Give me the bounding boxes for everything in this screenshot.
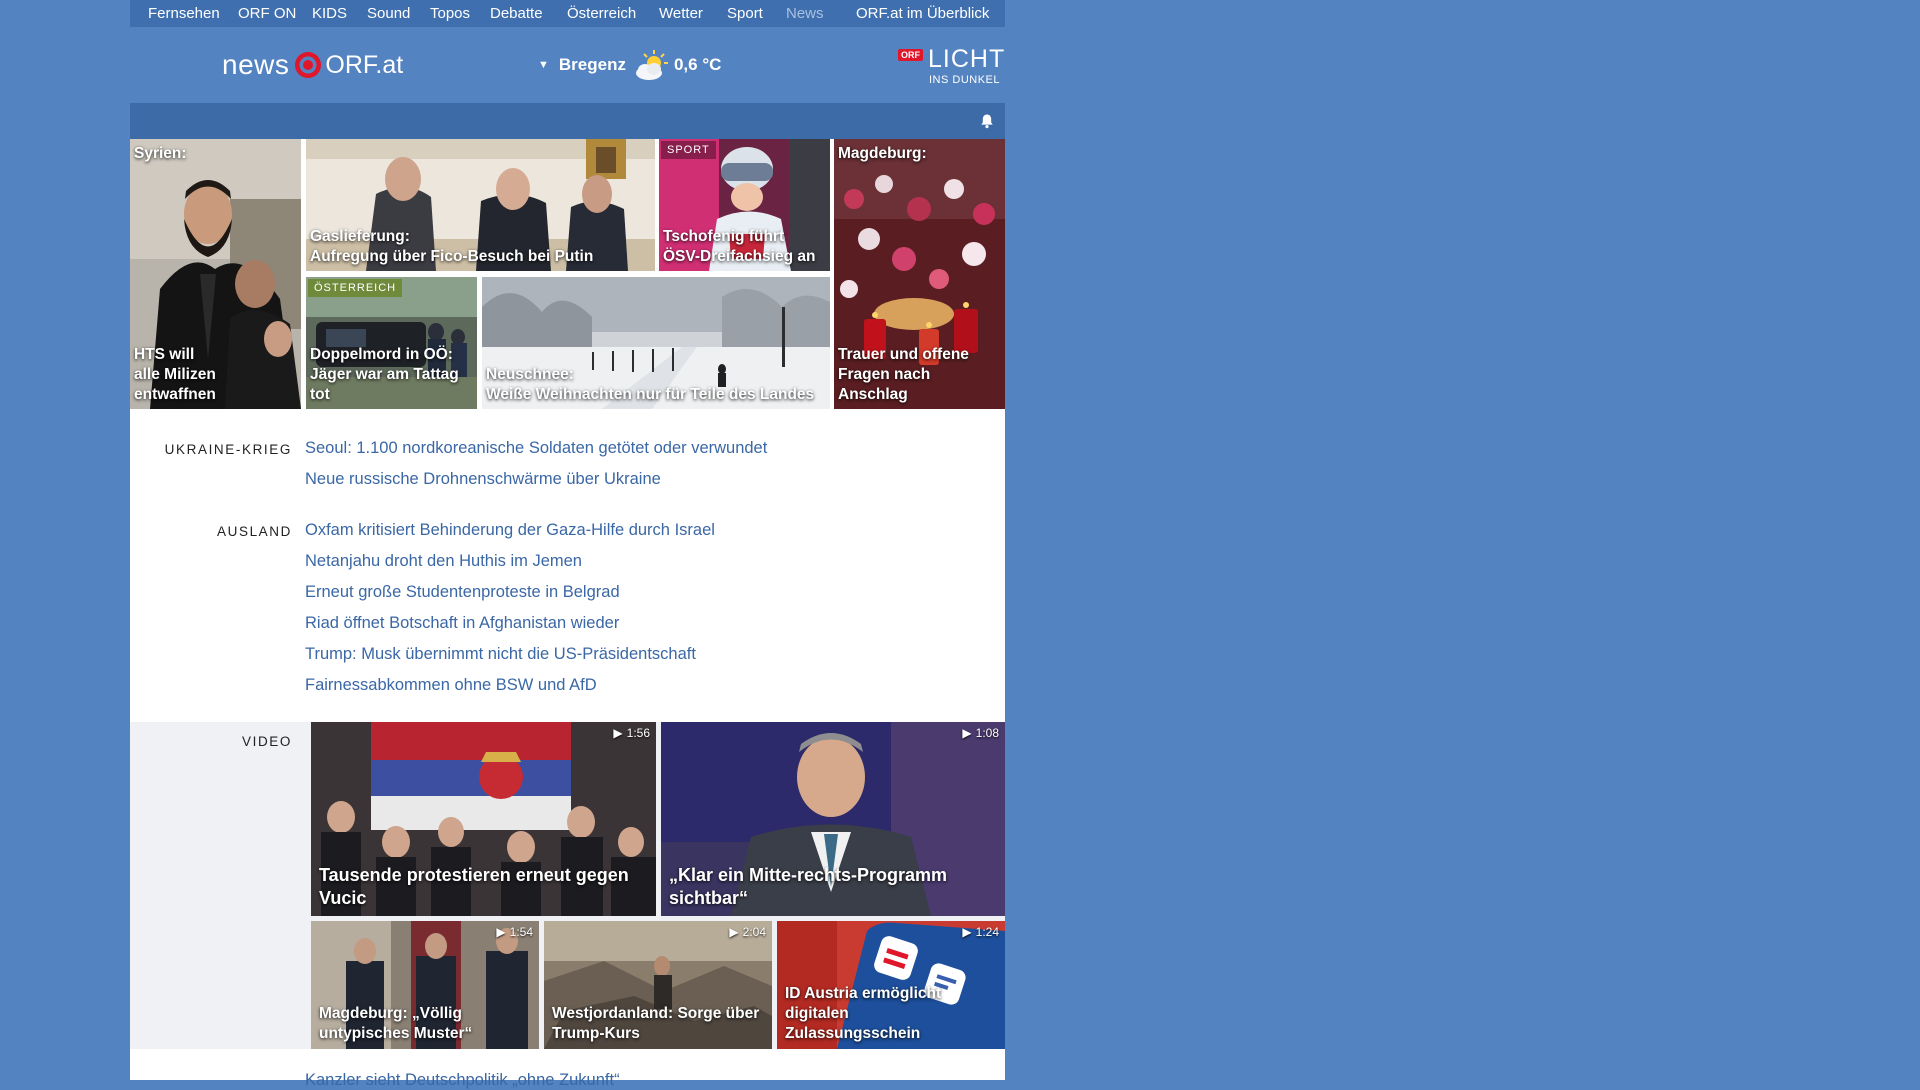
headline-link[interactable]: Neue russische Drohnenschwärme über Ukra… (305, 470, 661, 489)
video-tile-interview[interactable]: ▶ 1:08 „Klar ein Mitte-rechts-Programm si… (661, 722, 1005, 916)
section-label-ausland: AUSLAND (217, 524, 292, 539)
teaser-sport-tschofenig[interactable]: SPORT Tschofenig führt ÖSV-Dreifachsieg … (659, 139, 830, 271)
tile-caption: Tschofenig führt ÖSV-Dreifachsieg an (663, 228, 816, 265)
play-icon: ▶ (729, 925, 739, 939)
video-caption: Tausende protestieren erneut gegen Vucic (319, 865, 629, 908)
weather-city: Bregenz (558, 55, 626, 74)
nav-news[interactable]: News (786, 5, 824, 22)
teaser-gaslieferung[interactable]: Gaslieferung: Aufregung über Fico-Besuch… (306, 139, 655, 271)
play-icon: ▶ (496, 925, 506, 939)
main-content: Syrien: HTS will alle Milizen entwaffnen… (130, 139, 1005, 1089)
weather-widget[interactable]: ▼ Bregenz 0,6 °C (538, 49, 721, 81)
chevron-down-icon[interactable]: ▼ (538, 59, 549, 71)
logo-news-text: news (222, 49, 290, 80)
licht-title: LICHT (928, 45, 1006, 73)
tile-caption: Neuschnee: Weiße Weihnachten nur für Tei… (486, 366, 815, 403)
section-label-ukraine: UKRAINE-KRIEG (164, 442, 292, 457)
toolbar-strip (130, 103, 1005, 139)
video-tile-id-austria[interactable]: ▶ 1:24 ID Austria ermöglicht digitalen Zu… (777, 921, 1005, 1049)
nav-sound[interactable]: Sound (367, 5, 410, 22)
headline-link[interactable]: Fairnessabkommen ohne BSW und AfD (305, 676, 597, 695)
video-duration: ▶ 1:08 (962, 726, 999, 740)
nav-topos[interactable]: Topos (430, 5, 470, 22)
play-icon: ▶ (962, 726, 972, 740)
top-navigation: Fernsehen ORF ON KIDS Sound Topos Debatt… (130, 0, 1005, 27)
tile-caption: Gaslieferung: Aufregung über Fico-Besuch… (310, 228, 594, 265)
video-duration: ▶ 1:24 (962, 925, 999, 939)
logo-orf-text: ORF.at (325, 50, 404, 79)
headline-link-partial[interactable]: Kanzler sieht Deutschpolitik „ohne Zukun… (305, 1071, 620, 1090)
video-tile-magdeburg[interactable]: ▶ 1:54 Magdeburg: „Völlig untypisches Mus… (311, 921, 539, 1049)
news-orf-logo[interactable]: news ORF.at (222, 47, 403, 83)
video-caption: ID Austria ermöglicht digitalen Zulassun… (785, 985, 942, 1042)
teaser-neuschnee[interactable]: Neuschnee: Weiße Weihnachten nur für Tei… (482, 277, 830, 409)
weather-temperature: 0,6 °C (673, 55, 722, 74)
video-caption: Magdeburg: „Völlig untypisches Muster“ (319, 1005, 473, 1042)
teaser-magdeburg[interactable]: Magdeburg: Trauer und offene Fragen nach… (834, 139, 1005, 409)
play-icon: ▶ (962, 925, 972, 939)
video-duration: ▶ 1:56 (613, 726, 650, 740)
nav-debatte[interactable]: Debatte (490, 5, 543, 22)
tile-caption: HTS will alle Milizen entwaffnen (134, 346, 216, 403)
video-duration: ▶ 2:04 (729, 925, 766, 939)
headline-link[interactable]: Seoul: 1.100 nordkoreanische Soldaten ge… (305, 439, 767, 458)
headline-link[interactable]: Trump: Musk übernimmt nicht die US-Präsi… (305, 645, 696, 664)
tile-caption: Trauer und offene Fragen nach Anschlag (838, 346, 969, 403)
site-header: news ORF.at ▼ Bregenz 0,6 °C ORF LICHT I… (130, 27, 1005, 103)
video-caption: „Klar ein Mitte-rechts-Programm sichtbar… (669, 865, 948, 908)
licht-subtitle: INS DUNKEL (929, 74, 1001, 86)
nav-fernsehen[interactable]: Fernsehen (148, 5, 220, 22)
nav-sport[interactable]: Sport (727, 5, 763, 22)
nav-overview[interactable]: ORF.at im Überblick (856, 5, 989, 22)
play-icon: ▶ (613, 726, 623, 740)
video-tile-westjordanland[interactable]: ▶ 2:04 Westjordanland: Sorge über Trump-K… (544, 921, 772, 1049)
video-tile-serbia[interactable]: ▶ 1:56 Tausende protestieren erneut gegen… (311, 722, 656, 916)
teaser-doppelmord[interactable]: ÖSTERREICH Doppelmord in OÖ: Jäger war a… (306, 277, 477, 409)
bell-icon[interactable] (979, 113, 995, 129)
orf-badge: ORF (898, 49, 923, 61)
headline-link[interactable]: Netanjahu droht den Huthis im Jemen (305, 552, 582, 571)
video-section: VIDEO ▶ 1:56 Tausende protestieren erneu… (130, 722, 1005, 1049)
tile-caption: Doppelmord in OÖ: Jäger war am Tattag to… (310, 346, 459, 403)
nav-orf-on[interactable]: ORF ON (238, 5, 296, 22)
partly-cloudy-icon (635, 50, 668, 80)
tile-category-tag: SPORT (661, 141, 716, 159)
video-caption: Westjordanland: Sorge über Trump-Kurs (552, 1005, 760, 1042)
headline-link[interactable]: Erneut große Studentenproteste in Belgra… (305, 583, 620, 602)
section-label-video: VIDEO (241, 734, 292, 749)
licht-ins-dunkel-logo[interactable]: ORF LICHT INS DUNKEL (898, 45, 1005, 89)
nav-oesterreich[interactable]: Österreich (567, 5, 636, 22)
headline-link[interactable]: Riad öffnet Botschaft in Afghanistan wie… (305, 614, 619, 633)
nav-kids[interactable]: KIDS (312, 5, 347, 22)
nav-wetter[interactable]: Wetter (659, 5, 703, 22)
teaser-syrien[interactable]: Syrien: HTS will alle Milizen entwaffnen (130, 139, 301, 409)
tile-category-tag: ÖSTERREICH (308, 279, 403, 297)
tile-kicker: Syrien: (134, 145, 187, 162)
tile-kicker: Magdeburg: (838, 145, 927, 162)
headline-link[interactable]: Oxfam kritisiert Behinderung der Gaza-Hi… (305, 521, 715, 540)
orf-eye-icon (295, 52, 322, 78)
video-duration: ▶ 1:54 (496, 925, 533, 939)
